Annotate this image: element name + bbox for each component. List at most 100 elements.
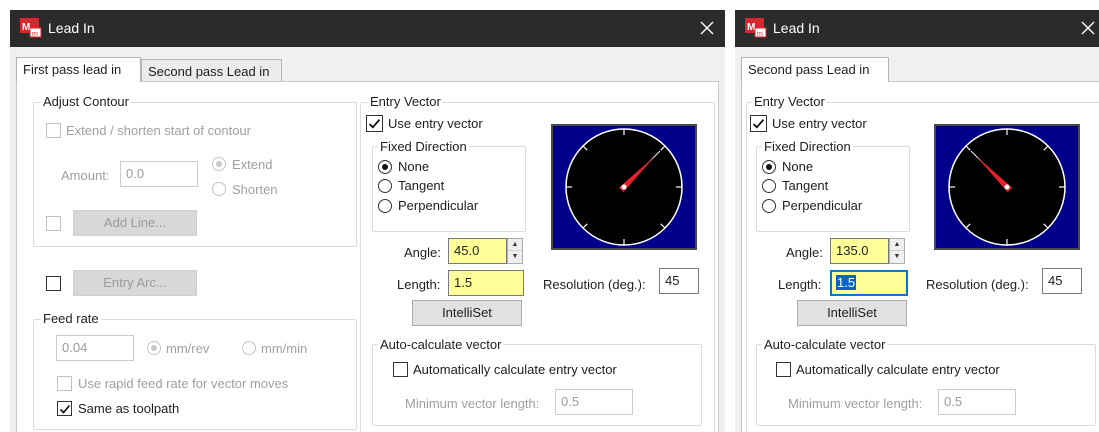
resolution-input[interactable]: 45 — [659, 268, 699, 294]
mastercam-app-icon: M m — [745, 18, 767, 38]
direction-none-radio[interactable] — [762, 160, 776, 174]
auto-calculate-text: Automatically calculate entry vector — [413, 362, 617, 377]
same-as-toolpath-checkbox[interactable] — [57, 401, 72, 416]
close-button[interactable] — [1075, 16, 1099, 40]
svg-text:m: m — [32, 31, 38, 38]
angle-spinner[interactable]: ▲ ▼ — [507, 238, 523, 264]
direction-perpendicular-label: Perpendicular — [398, 198, 479, 213]
tab-label: Second pass Lead in — [748, 62, 870, 77]
close-button[interactable] — [694, 16, 720, 40]
use-entry-vector-label: Use entry vector — [772, 116, 867, 131]
lead-in-dialog-right: M m Lead In Second pass Lead in Entry Ve… — [735, 10, 1099, 432]
spin-up-icon[interactable]: ▲ — [890, 239, 904, 251]
direction-perpendicular-radio[interactable] — [762, 199, 776, 213]
tab-second-pass-lead-in[interactable]: Second pass Lead in — [141, 59, 282, 82]
resolution-label: Resolution (deg.): — [543, 277, 646, 292]
adjust-contour-label: Adjust Contour — [41, 94, 131, 109]
tab-panel: Adjust Contour Extend / shorten start of… — [16, 81, 719, 432]
add-line-button[interactable]: Add Line... — [73, 210, 197, 236]
length-input[interactable]: 1.5 — [448, 270, 524, 296]
auto-calculate-text: Automatically calculate entry vector — [796, 362, 1000, 377]
dial-graphic — [565, 128, 683, 246]
use-rapid-label: Use rapid feed rate for vector moves — [78, 376, 289, 391]
min-vector-length-label: Minimum vector length: — [405, 396, 540, 411]
extend-shorten-label: Extend / shorten start of contour — [66, 123, 251, 138]
auto-calculate-group — [756, 344, 1096, 426]
use-entry-vector-checkbox[interactable] — [366, 115, 383, 132]
auto-calculate-checkbox[interactable] — [776, 362, 791, 377]
check-icon — [59, 404, 71, 414]
direction-none-label: None — [398, 159, 430, 174]
length-input[interactable]: 1.5 — [830, 270, 908, 296]
direction-none-label: None — [782, 159, 814, 174]
dial-hub — [1004, 184, 1010, 190]
resolution-label: Resolution (deg.): — [926, 277, 1029, 292]
entry-arc-button[interactable]: Entry Arc... — [73, 270, 197, 296]
tab-label: Second pass Lead in — [148, 64, 270, 79]
mastercam-app-icon: M m — [20, 18, 42, 38]
mm-min-radio[interactable] — [242, 341, 256, 355]
use-entry-vector-checkbox[interactable] — [750, 115, 767, 132]
extend-shorten-checkbox[interactable] — [46, 123, 61, 138]
auto-calculate-group — [372, 344, 702, 426]
close-icon — [1081, 21, 1095, 35]
check-icon — [368, 119, 381, 129]
auto-calculate-checkbox[interactable] — [393, 362, 408, 377]
auto-calculate-label: Auto-calculate vector — [378, 337, 504, 352]
fixed-direction-label: Fixed Direction — [378, 139, 469, 154]
intelliset-button[interactable]: IntelliSet — [797, 300, 907, 326]
angle-spinner[interactable]: ▲ ▼ — [889, 238, 905, 264]
direction-none-radio[interactable] — [378, 160, 392, 174]
angle-input[interactable]: 135.0 — [830, 238, 889, 264]
same-as-toolpath-label: Same as toolpath — [78, 401, 180, 416]
min-vector-length-input[interactable]: 0.5 — [938, 389, 1016, 415]
radio-dot — [151, 345, 157, 351]
direction-tangent-label: Tangent — [782, 178, 829, 193]
tab-first-pass-lead-in[interactable]: First pass lead in — [16, 57, 141, 82]
entry-vector-label: Entry Vector — [752, 94, 827, 109]
resolution-input[interactable]: 45 — [1042, 268, 1082, 294]
dialog-title: Lead In — [48, 20, 95, 36]
min-vector-length-input[interactable]: 0.5 — [555, 389, 633, 415]
spin-up-icon[interactable]: ▲ — [508, 239, 522, 251]
feed-rate-input[interactable]: 0.04 — [56, 335, 134, 361]
direction-tangent-radio[interactable] — [378, 179, 392, 193]
title-bar: M m Lead In — [10, 10, 725, 47]
tab-panel: Entry Vector Use entry vector Fixed Dire… — [741, 81, 1099, 432]
use-entry-vector-label: Use entry vector — [388, 116, 483, 131]
tab-second-pass-lead-in[interactable]: Second pass Lead in — [741, 57, 889, 82]
spin-down-icon[interactable]: ▼ — [890, 251, 904, 263]
angle-input[interactable]: 45.0 — [448, 238, 507, 264]
dial-hub — [621, 184, 627, 190]
tab-label: First pass lead in — [23, 62, 122, 77]
title-bar: M m Lead In — [735, 10, 1099, 47]
spin-down-icon[interactable]: ▼ — [508, 251, 522, 263]
svg-text:M: M — [747, 22, 755, 33]
direction-tangent-radio[interactable] — [762, 179, 776, 193]
mm-min-label: mm/min — [261, 341, 308, 356]
direction-perpendicular-radio[interactable] — [378, 199, 392, 213]
add-line-checkbox[interactable] — [46, 216, 61, 231]
angle-label: Angle: — [786, 245, 823, 260]
length-label: Length: — [397, 277, 441, 292]
entry-vector-label: Entry Vector — [368, 94, 443, 109]
lead-in-dialog-left: M m Lead In First pass lead in Second pa… — [10, 10, 725, 432]
extend-radio[interactable] — [212, 157, 226, 171]
entry-arc-checkbox[interactable] — [46, 276, 61, 291]
shorten-radio[interactable] — [212, 182, 226, 196]
fixed-direction-group — [372, 146, 526, 232]
intelliset-button[interactable]: IntelliSet — [412, 300, 522, 326]
entry-vector-dial[interactable] — [934, 124, 1080, 250]
radio-dot — [216, 161, 222, 167]
mm-rev-radio[interactable] — [147, 341, 161, 355]
radio-dot — [766, 164, 772, 170]
use-rapid-checkbox[interactable] — [57, 376, 72, 391]
dial-graphic — [948, 128, 1066, 246]
feed-rate-label: Feed rate — [41, 311, 101, 326]
entry-vector-dial[interactable] — [551, 124, 697, 250]
length-label: Length: — [778, 277, 822, 292]
extend-label: Extend — [232, 157, 273, 172]
direction-tangent-label: Tangent — [398, 178, 445, 193]
amount-input[interactable]: 0.0 — [120, 161, 198, 187]
auto-calculate-label: Auto-calculate vector — [762, 337, 888, 352]
